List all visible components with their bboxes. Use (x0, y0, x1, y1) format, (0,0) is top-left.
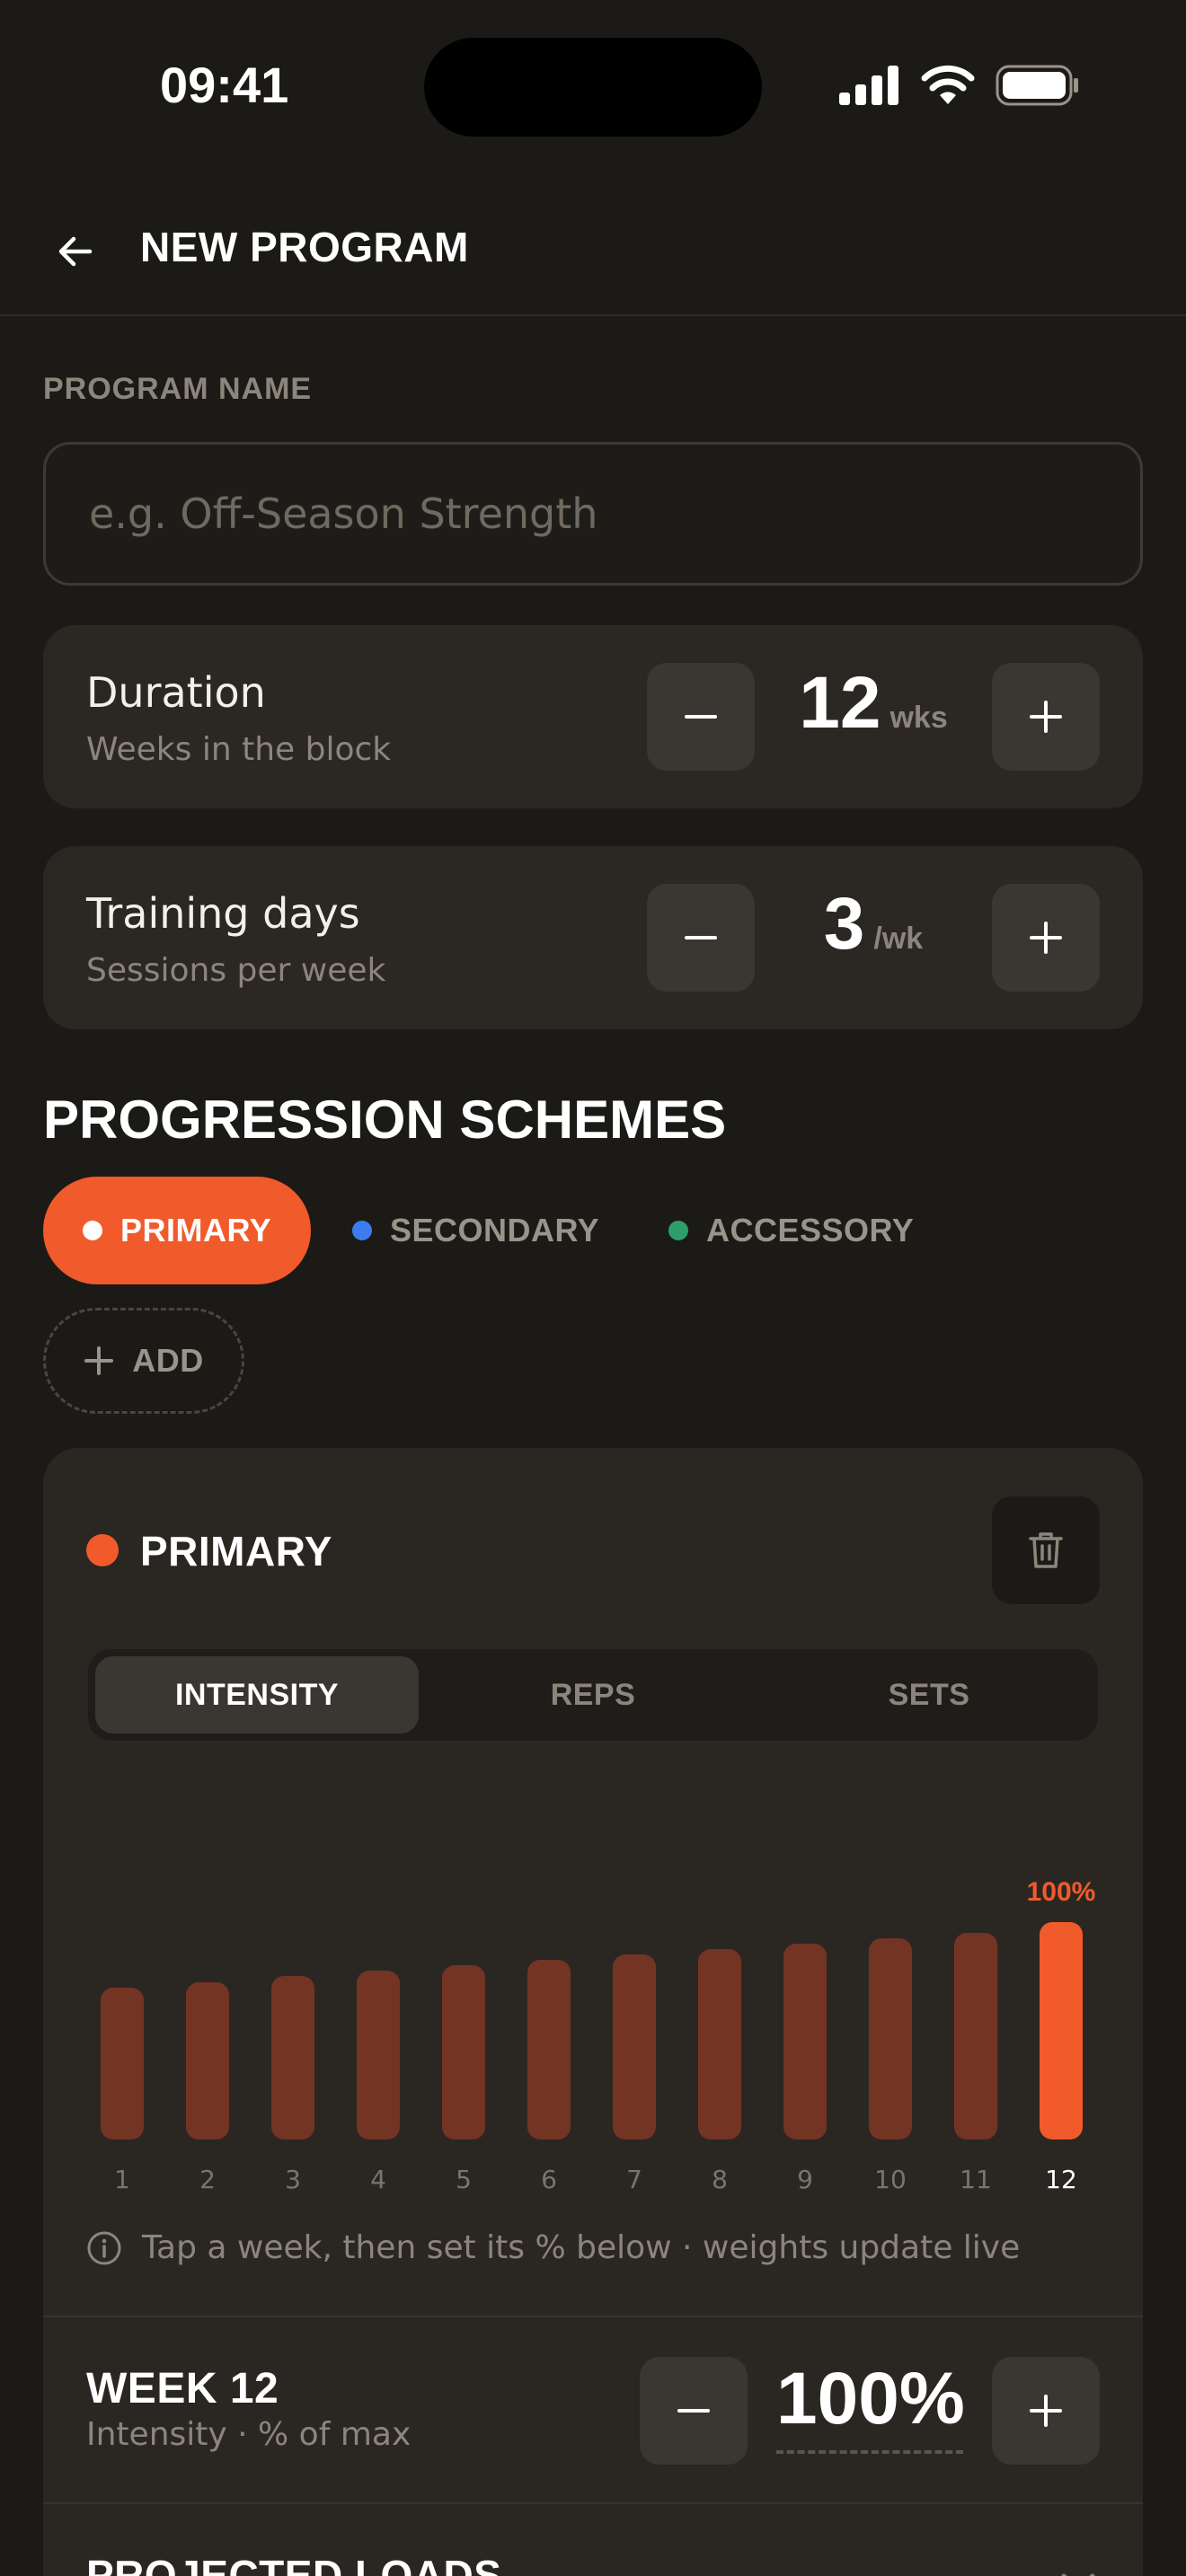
scheme-color-dot (86, 1534, 119, 1566)
training-days-title: Training days (86, 889, 360, 938)
metric-segmented-control: INTENSITY REPS SETS (88, 1649, 1098, 1741)
chart-hint-text: Tap a week, then set its % below · weigh… (142, 2229, 1021, 2266)
chevron-down-icon[interactable] (1057, 2562, 1100, 2576)
week-pct-value[interactable]: 100% (776, 2357, 965, 2441)
divider (43, 2502, 1143, 2504)
selected-week-title: WEEK 12 (86, 2365, 279, 2413)
header: NEW PROGRAM (0, 189, 1186, 316)
training-days-unit: /wk (873, 922, 924, 956)
duration-title: Duration (86, 668, 266, 717)
battery-icon (996, 65, 1078, 106)
program-name-input[interactable] (43, 442, 1143, 586)
selected-week-subtitle: Intensity · % of max (86, 2416, 412, 2453)
section-title-progression-schemes: PROGRESSION SCHEMES (43, 1090, 727, 1150)
chart-bar-week-8[interactable] (698, 1949, 741, 2139)
chart-bar-week-3[interactable] (271, 1976, 314, 2139)
add-scheme-label: ADD (132, 1342, 204, 1379)
status-bar: 09:41 (0, 0, 1186, 171)
duration-unit: wks (890, 701, 948, 735)
chart-hint: Tap a week, then set its % below · weigh… (86, 2229, 1020, 2266)
tab-sets[interactable]: SETS (767, 1656, 1091, 1734)
status-icons (839, 65, 1080, 106)
add-scheme-button[interactable]: ADD (43, 1308, 244, 1414)
page-title: NEW PROGRAM (140, 224, 469, 270)
wifi-icon (921, 65, 975, 104)
chart-tick-label: 9 (797, 2165, 813, 2194)
chip-dot (668, 1221, 688, 1240)
training-days-decrement-button[interactable] (647, 884, 755, 992)
chip-label: PRIMARY (120, 1212, 272, 1248)
training-days-card: Training days Sessions per week 3 /wk (43, 846, 1143, 1029)
plus-icon (1030, 701, 1062, 733)
week-pct-underline (776, 2450, 963, 2454)
chart-bar-week-6[interactable] (527, 1960, 571, 2139)
week-pct-increment-button[interactable] (992, 2357, 1100, 2465)
delete-scheme-button[interactable] (992, 1496, 1100, 1604)
chart-data-label: 100% (1026, 1877, 1096, 1907)
duration-increment-button[interactable] (992, 663, 1100, 771)
plus-icon (1030, 922, 1062, 954)
chart-tick-label: 7 (626, 2165, 642, 2194)
chip-dot (352, 1221, 372, 1240)
program-name-label: PROGRAM NAME (43, 372, 313, 406)
new-program-screen: 09:41 NEW PROGRAM PROGRAM NAME e.g. Off-… (0, 0, 1186, 2576)
duration-value: 12 wks (766, 661, 981, 769)
plus-icon (84, 1346, 114, 1375)
training-days-increment-button[interactable] (992, 884, 1100, 992)
chip-dot (83, 1221, 102, 1240)
chart-tick-label: 4 (370, 2165, 386, 2194)
chip-label: SECONDARY (390, 1212, 600, 1248)
chart-bar-week-12[interactable] (1040, 1922, 1083, 2139)
back-button[interactable] (43, 219, 108, 284)
chart-tick-label: 6 (541, 2165, 557, 2194)
training-days-value: 3 /wk (766, 882, 981, 990)
chart-bar-week-11[interactable] (954, 1933, 997, 2139)
training-days-number: 3 (823, 883, 865, 965)
chart-tick-label: 8 (712, 2165, 728, 2194)
scheme-panel: PRIMARY INTENSITY REPS SETS Tap a week, … (43, 1448, 1143, 2576)
chip-primary[interactable]: PRIMARY (43, 1177, 312, 1284)
week-pct-decrement-button[interactable] (640, 2357, 748, 2465)
tab-intensity[interactable]: INTENSITY (95, 1656, 419, 1734)
chip-accessory[interactable]: ACCESSORY (629, 1177, 953, 1284)
scheme-title: PRIMARY (140, 1528, 332, 1575)
training-days-subtitle: Sessions per week (86, 952, 386, 989)
duration-number: 12 (799, 662, 881, 744)
chart-tick-label: 10 (874, 2165, 907, 2194)
projected-loads-title[interactable]: PROJECTED LOADS (86, 2551, 501, 2576)
dynamic-island (424, 38, 762, 137)
duration-decrement-button[interactable] (647, 663, 755, 771)
plus-icon (1030, 2395, 1062, 2427)
status-time: 09:41 (160, 57, 289, 113)
info-icon (87, 2231, 121, 2264)
chart-tick-label: 5 (456, 2165, 472, 2194)
duration-subtitle: Weeks in the block (86, 731, 392, 768)
chart-tick-label: 12 (1045, 2165, 1077, 2194)
chart-tick-label: 2 (199, 2165, 216, 2194)
chart-bar-week-10[interactable] (869, 1938, 912, 2139)
minus-icon (685, 936, 717, 940)
chart-bar-week-4[interactable] (357, 1971, 400, 2139)
chart-tick-label: 1 (114, 2165, 130, 2194)
chip-secondary[interactable]: SECONDARY (313, 1177, 639, 1284)
minus-icon (685, 715, 717, 719)
chip-label: ACCESSORY (706, 1212, 915, 1248)
chart-tick-label: 3 (285, 2165, 301, 2194)
tab-reps[interactable]: REPS (431, 1656, 755, 1734)
signal-icon (839, 66, 898, 105)
trash-icon (1029, 1532, 1063, 1568)
chart-bar-week-9[interactable] (783, 1944, 827, 2139)
chart-bar-week-1[interactable] (101, 1988, 144, 2139)
arrow-left-icon (58, 236, 93, 267)
chart-tick-label: 11 (960, 2165, 992, 2194)
chart-bar-week-7[interactable] (613, 1954, 656, 2139)
chart-bar-week-5[interactable] (442, 1965, 485, 2139)
chart-bar-week-2[interactable] (186, 1982, 229, 2139)
divider (43, 2316, 1143, 2317)
minus-icon (677, 2409, 710, 2413)
duration-card: Duration Weeks in the block 12 wks (43, 625, 1143, 808)
